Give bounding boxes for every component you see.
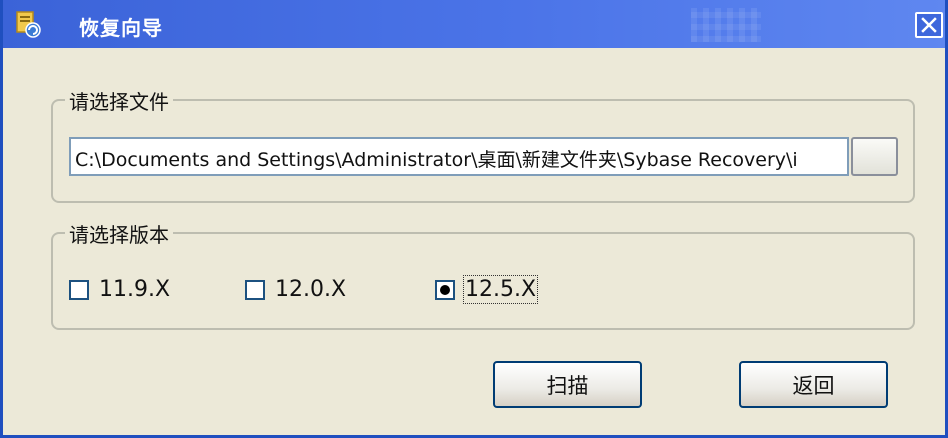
file-path-field[interactable]: C:\Documents and Settings\Administrator\…	[69, 137, 849, 176]
version-checkbox-12-0[interactable]	[245, 279, 265, 300]
version-label-12-0: 12.0.X	[275, 277, 347, 302]
close-button[interactable]	[915, 12, 943, 38]
version-label-12-5: 12.5.X	[462, 275, 539, 304]
version-option-12-5[interactable]: 12.5.X	[435, 275, 539, 304]
window-title: 恢复向导	[79, 16, 163, 40]
title-bar[interactable]: 恢复向导	[3, 0, 945, 48]
version-group-legend: 请选择版本	[65, 219, 173, 248]
file-group-legend: 请选择文件	[65, 86, 173, 115]
version-label-11-9: 11.9.X	[99, 277, 171, 302]
version-checkbox-11-9[interactable]	[69, 279, 89, 300]
browse-button[interactable]	[851, 137, 898, 176]
close-icon	[921, 17, 937, 33]
app-icon	[16, 11, 41, 38]
version-option-12-0[interactable]: 12.0.X	[245, 277, 346, 302]
version-option-11-9[interactable]: 11.9.X	[69, 277, 170, 302]
version-checkbox-12-5[interactable]	[435, 279, 455, 300]
back-button[interactable]: 返回	[739, 361, 888, 408]
scan-button[interactable]: 扫描	[493, 361, 642, 408]
title-decoration	[691, 8, 761, 42]
recovery-wizard-window: 恢复向导 请选择文件 C:\Documents and Settings\Adm…	[0, 0, 948, 438]
